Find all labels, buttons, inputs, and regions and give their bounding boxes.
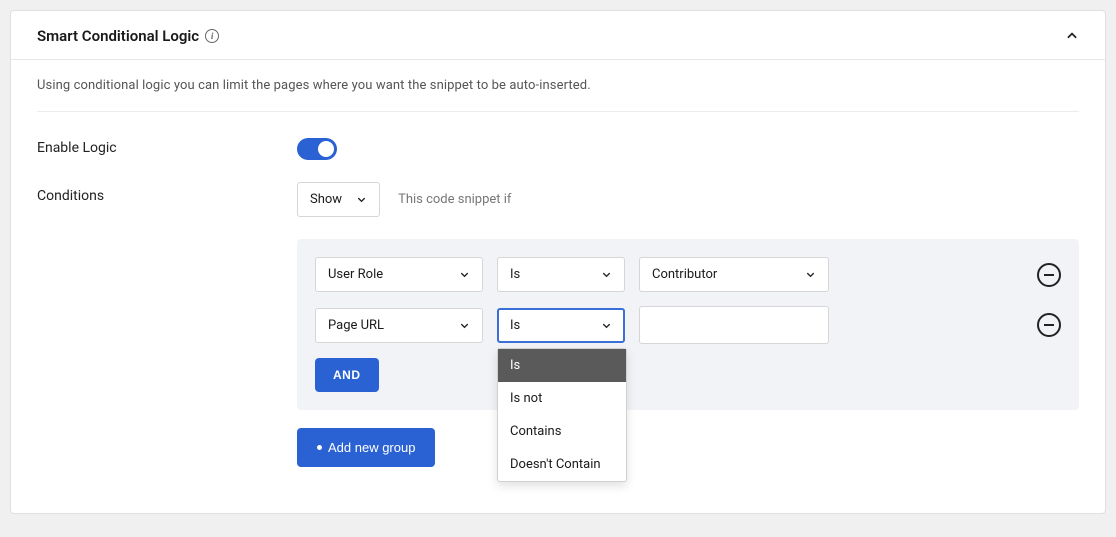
conditions-area: Show This code snippet if User Role Is bbox=[297, 182, 1079, 467]
add-group-button[interactable]: Add new group bbox=[297, 428, 435, 467]
conditions-row: Conditions Show This code snippet if Use… bbox=[37, 182, 1079, 467]
operator-option[interactable]: Doesn't Contain bbox=[498, 448, 626, 481]
operator-dropdown: Is Is not Contains Doesn't Contain bbox=[497, 348, 627, 482]
operator-option[interactable]: Is bbox=[498, 349, 626, 382]
panel-header[interactable]: Smart Conditional Logic i bbox=[11, 11, 1105, 60]
condition-row: Page URL Is Is Is not Contains bbox=[315, 306, 1061, 344]
chevron-down-icon bbox=[601, 269, 612, 280]
conditions-label: Conditions bbox=[37, 182, 297, 204]
condition-field-select[interactable]: Page URL bbox=[315, 308, 483, 343]
action-select-value: Show bbox=[310, 192, 342, 207]
condition-row: User Role Is Contributor bbox=[315, 257, 1061, 292]
panel-title: Smart Conditional Logic bbox=[37, 27, 199, 45]
and-button[interactable]: AND bbox=[315, 358, 379, 392]
chevron-up-icon[interactable] bbox=[1065, 29, 1079, 43]
enable-logic-row: Enable Logic bbox=[37, 134, 1079, 160]
panel-body: Using conditional logic you can limit th… bbox=[11, 60, 1105, 513]
panel-title-wrap: Smart Conditional Logic i bbox=[37, 27, 219, 45]
chevron-down-icon bbox=[356, 194, 367, 205]
chevron-down-icon bbox=[459, 269, 470, 280]
condition-field-value: User Role bbox=[328, 267, 383, 282]
conditions-head: Show This code snippet if bbox=[297, 182, 1079, 217]
info-icon[interactable]: i bbox=[205, 29, 219, 43]
condition-field-select[interactable]: User Role bbox=[315, 257, 483, 292]
remove-condition-button[interactable] bbox=[1037, 263, 1061, 287]
action-select[interactable]: Show bbox=[297, 182, 380, 217]
enable-logic-toggle[interactable] bbox=[297, 138, 337, 160]
condition-group: User Role Is Contributor bbox=[297, 239, 1079, 410]
operator-option[interactable]: Is not bbox=[498, 382, 626, 415]
condition-value: Contributor bbox=[652, 267, 717, 282]
add-group-label: Add new group bbox=[328, 440, 415, 455]
condition-operator-value: Is bbox=[510, 267, 520, 282]
panel-description: Using conditional logic you can limit th… bbox=[37, 78, 1079, 93]
divider bbox=[37, 111, 1079, 112]
snippet-suffix-text: This code snippet if bbox=[398, 192, 511, 207]
condition-value-input[interactable] bbox=[639, 306, 829, 344]
condition-operator-select[interactable]: Is bbox=[497, 257, 625, 292]
conditional-logic-panel: Smart Conditional Logic i Using conditio… bbox=[10, 10, 1106, 514]
chevron-down-icon bbox=[459, 320, 470, 331]
bullet-icon bbox=[317, 445, 322, 450]
condition-field-value: Page URL bbox=[328, 318, 384, 333]
operator-option[interactable]: Contains bbox=[498, 415, 626, 448]
chevron-down-icon bbox=[805, 269, 816, 280]
condition-operator-select[interactable]: Is bbox=[497, 308, 625, 343]
chevron-down-icon bbox=[601, 320, 612, 331]
condition-operator-value: Is bbox=[510, 318, 520, 333]
condition-value-select[interactable]: Contributor bbox=[639, 257, 829, 292]
enable-logic-label: Enable Logic bbox=[37, 134, 297, 156]
remove-condition-button[interactable] bbox=[1037, 313, 1061, 337]
